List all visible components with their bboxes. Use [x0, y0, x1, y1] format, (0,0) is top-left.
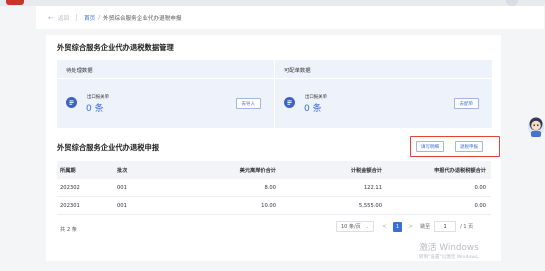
pending-panel-title: 待处理数据 — [66, 68, 93, 74]
go-import-button[interactable]: 去导入 — [235, 98, 261, 109]
pending-item-label: 出口报关单 — [87, 95, 109, 100]
cell-refund-amount: 0.00 — [474, 203, 486, 209]
cell-period: 202301 — [60, 203, 80, 209]
breadcrumb: ← 返回 首页 / 外贸综合服务企业代办退税申报 — [36, 6, 544, 29]
arrow-left-icon: ← — [48, 13, 54, 22]
table-row[interactable]: 202301 001 10.00 5,555.00 0.00 — [57, 197, 491, 215]
total-count: 共 2 条 — [60, 227, 77, 233]
breadcrumb-divider — [76, 14, 78, 21]
assistant-mascot-icon[interactable] — [524, 112, 545, 142]
cell-fob-usd: 8.00 — [264, 185, 276, 191]
assignable-panel-title: 可配单数据 — [284, 68, 311, 74]
cell-batch: 001 — [117, 185, 127, 191]
breadcrumb-separator: / — [98, 14, 101, 21]
assignable-item-label: 出口报关单 — [305, 95, 327, 100]
breadcrumb-home-link[interactable]: 首页 — [84, 14, 95, 22]
pending-data-panel: 待处理数据 出口报关单 0 条 去导入 — [57, 60, 274, 128]
prev-page-button[interactable]: < — [382, 223, 387, 230]
pagination: 10 条/页 ⌄ < 1 > 跳至 1 / 1 页 — [336, 221, 473, 232]
watermark-line-1: 激活 Windows — [419, 243, 479, 253]
panel-divider — [275, 78, 492, 79]
declaration-table: 所属期 批次 美元离岸价合计 计税金额合计 申报代办退税税额合计 202302 … — [57, 161, 491, 215]
main-card: 外贸综合服务企业代办退税数据管理 待处理数据 出口报关单 0 条 去导入 可配单… — [46, 35, 501, 261]
cell-batch: 001 — [117, 203, 127, 209]
column-header-refund-amount: 申报代办退税税额合计 — [434, 167, 486, 174]
next-page-button[interactable]: > — [408, 223, 413, 230]
column-header-taxable-amount: 计税金额合计 — [350, 167, 382, 174]
go-assign-button[interactable]: 去配单 — [453, 98, 479, 109]
declare-section-title: 外贸综合服务企业代办退税申报 — [57, 143, 160, 152]
tax-refund-declare-button[interactable]: 退税申报 — [455, 141, 483, 152]
column-header-batch: 批次 — [117, 167, 128, 174]
page-number-current[interactable]: 1 — [393, 221, 403, 232]
app-logo — [6, 0, 24, 5]
back-button[interactable]: ← 返回 — [48, 14, 69, 22]
customs-declaration-icon — [284, 97, 295, 108]
column-header-fob-usd: 美元离岸价合计 — [239, 167, 276, 174]
back-label: 返回 — [57, 15, 70, 22]
cell-taxable-amount: 5,555.00 — [358, 203, 382, 209]
jump-label: 跳至 — [420, 224, 431, 230]
panel-divider — [57, 78, 274, 79]
chevron-down-icon: ⌄ — [365, 224, 369, 229]
breadcrumb-current: 外贸综合服务企业代办退税申报 — [103, 15, 182, 22]
page-count: / 1 页 — [460, 224, 474, 230]
windows-activation-watermark: 激活 Windows 转到"设置"以激活 Windows。 — [419, 240, 482, 260]
cell-taxable-amount: 122.11 — [363, 185, 382, 191]
customs-declaration-icon — [66, 97, 77, 108]
column-header-period: 所属期 — [60, 167, 76, 174]
pending-count: 0 条 — [86, 104, 104, 114]
page-size-value: 10 条/页 — [341, 224, 361, 230]
cell-fob-usd: 10.00 — [261, 203, 276, 209]
table-row[interactable]: 202302 001 8.00 122.11 0.00 — [57, 179, 491, 197]
assignable-count: 0 条 — [304, 104, 322, 114]
watermark-line-2: 转到"设置"以激活 Windows。 — [419, 255, 482, 260]
fill-details-button[interactable]: 填写明细 — [416, 141, 444, 152]
assignable-data-panel: 可配单数据 出口报关单 0 条 去配单 — [275, 60, 492, 128]
cell-refund-amount: 0.00 — [474, 185, 486, 191]
jump-page-input[interactable]: 1 — [434, 221, 457, 232]
data-section-title: 外贸综合服务企业代办退税数据管理 — [57, 43, 174, 52]
table-header: 所属期 批次 美元离岸价合计 计税金额合计 申报代办退税税额合计 — [57, 161, 491, 179]
page-size-select[interactable]: 10 条/页 ⌄ — [336, 221, 374, 232]
cell-period: 202302 — [60, 185, 80, 191]
